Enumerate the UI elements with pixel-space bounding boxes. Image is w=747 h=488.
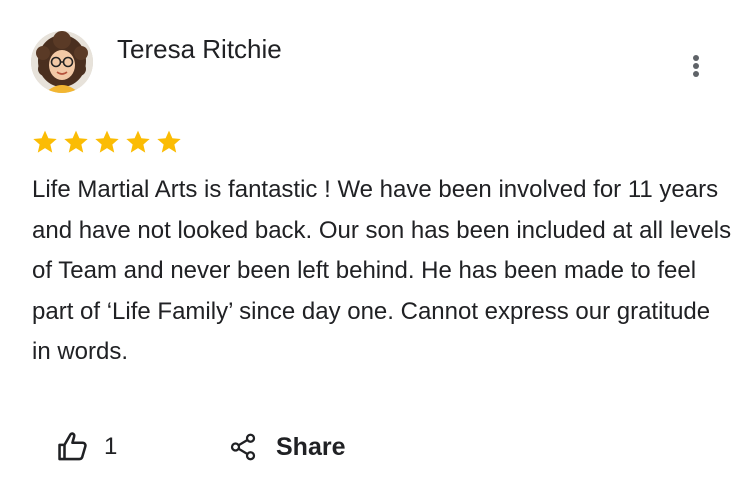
review-card: Teresa Ritchie Life Martial Arts is fant… bbox=[0, 0, 747, 488]
like-button[interactable]: 1 bbox=[46, 422, 127, 472]
reviewer-avatar[interactable] bbox=[31, 31, 93, 93]
star-icon bbox=[64, 130, 88, 153]
star-icon bbox=[33, 130, 57, 153]
thumb-up-icon bbox=[56, 430, 90, 464]
review-actions: 1 Share bbox=[0, 420, 747, 474]
share-button[interactable]: Share bbox=[218, 422, 355, 472]
star-icon bbox=[157, 130, 181, 153]
more-options-button[interactable] bbox=[684, 52, 708, 80]
share-label: Share bbox=[276, 432, 346, 461]
review-text: Life Martial Arts is fantastic ! We have… bbox=[32, 176, 732, 366]
share-icon bbox=[228, 431, 258, 463]
like-count: 1 bbox=[104, 433, 118, 460]
reviewer-name[interactable]: Teresa Ritchie bbox=[117, 33, 282, 65]
avatar-image bbox=[31, 31, 93, 93]
star-rating bbox=[31, 128, 183, 158]
star-icon bbox=[95, 130, 119, 153]
star-icon bbox=[126, 130, 150, 153]
